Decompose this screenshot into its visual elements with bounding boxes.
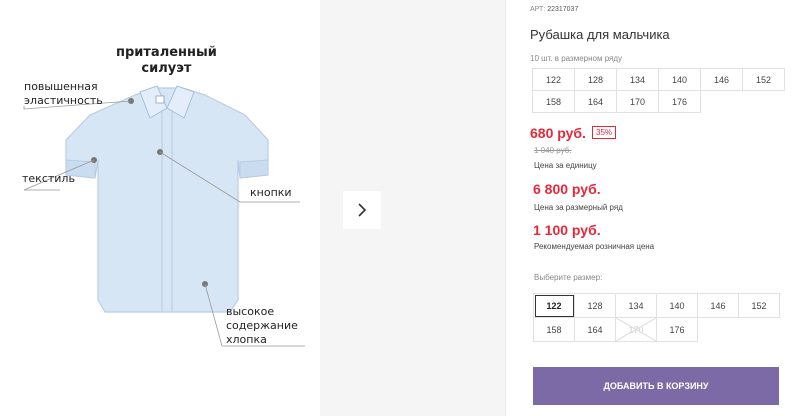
old-price: 1 040 руб. (534, 146, 572, 155)
size-row-cell: 146 (701, 69, 743, 91)
retail-price-caption: Рекомендуемая розничная цена (534, 242, 655, 251)
article-value: 22317037 (547, 6, 579, 13)
discount-badge: 35% (592, 126, 617, 139)
size-option-140[interactable]: 140 (657, 294, 698, 318)
unit-price-caption: Цена за единицу (534, 161, 597, 170)
size-row-table: 122 128 134 140 146 152 158 164 170 176 (532, 68, 785, 113)
size-option-158[interactable]: 158 (534, 318, 575, 342)
callout-silhouette-line1: приталенный (116, 45, 217, 60)
article-label: АРТ: (530, 6, 546, 13)
callout-silhouette-line2: силуэт (141, 61, 192, 77)
size-option-122[interactable]: 122 (534, 294, 575, 318)
product-gallery: приталенный силуэт повышенная эластичнос… (0, 0, 505, 416)
article-number: АРТ: 22317037 (530, 6, 578, 13)
size-option-128[interactable]: 128 (575, 294, 616, 318)
gallery-next-button[interactable] (343, 191, 381, 229)
callout-buttons: кнопки (250, 186, 292, 199)
size-row-cell: 122 (533, 69, 575, 91)
size-row-cell: 134 (617, 69, 659, 91)
size-option-170: 170 (616, 318, 657, 342)
product-title: Рубашка для мальчика (530, 27, 670, 42)
callout-elasticity-line2: эластичность (24, 93, 103, 107)
size-row-cell: 140 (659, 69, 701, 91)
size-row-cell: 152 (743, 69, 785, 91)
size-row-cell: 164 (575, 91, 617, 113)
callout-elasticity-line1: повышенная (24, 80, 98, 93)
size-select-label: Выберите размер: (534, 273, 603, 282)
size-option-164[interactable]: 164 (575, 318, 616, 342)
pack-price: 6 800 руб. (533, 181, 601, 197)
pack-note: 10 шт. в размерном ряду (530, 54, 623, 63)
callout-cotton-line1: высокое (226, 305, 275, 318)
size-option-134[interactable]: 134 (616, 294, 657, 318)
retail-price: 1 100 руб. (533, 222, 601, 238)
pack-price-caption: Цена за размерный ряд (534, 203, 623, 212)
size-row-cell: 170 (617, 91, 659, 113)
add-to-cart-button[interactable]: ДОБАВИТЬ В КОРЗИНУ (533, 367, 779, 405)
unit-price: 680 руб. (530, 125, 586, 141)
size-row-cell: 158 (533, 91, 575, 113)
callout-silhouette: приталенный силуэт (116, 45, 217, 78)
callout-fabric: текстиль (22, 172, 75, 185)
size-row-cell: 128 (575, 69, 617, 91)
callout-cotton-line2: содержание (226, 318, 298, 332)
callout-elasticity: повышенная эластичность (24, 80, 103, 108)
size-option-146[interactable]: 146 (698, 294, 739, 318)
size-option-152[interactable]: 152 (739, 294, 780, 318)
size-selector: 122128134140146152 158164170176 (533, 293, 780, 342)
size-option-176[interactable]: 176 (657, 318, 698, 342)
unavailable-cross-icon (616, 318, 656, 341)
callout-cotton-line3: хлопка (226, 332, 267, 346)
size-row-cell: 176 (659, 91, 701, 113)
callout-cotton: высокое содержание хлопка (226, 305, 298, 346)
chevron-right-icon (358, 203, 367, 217)
